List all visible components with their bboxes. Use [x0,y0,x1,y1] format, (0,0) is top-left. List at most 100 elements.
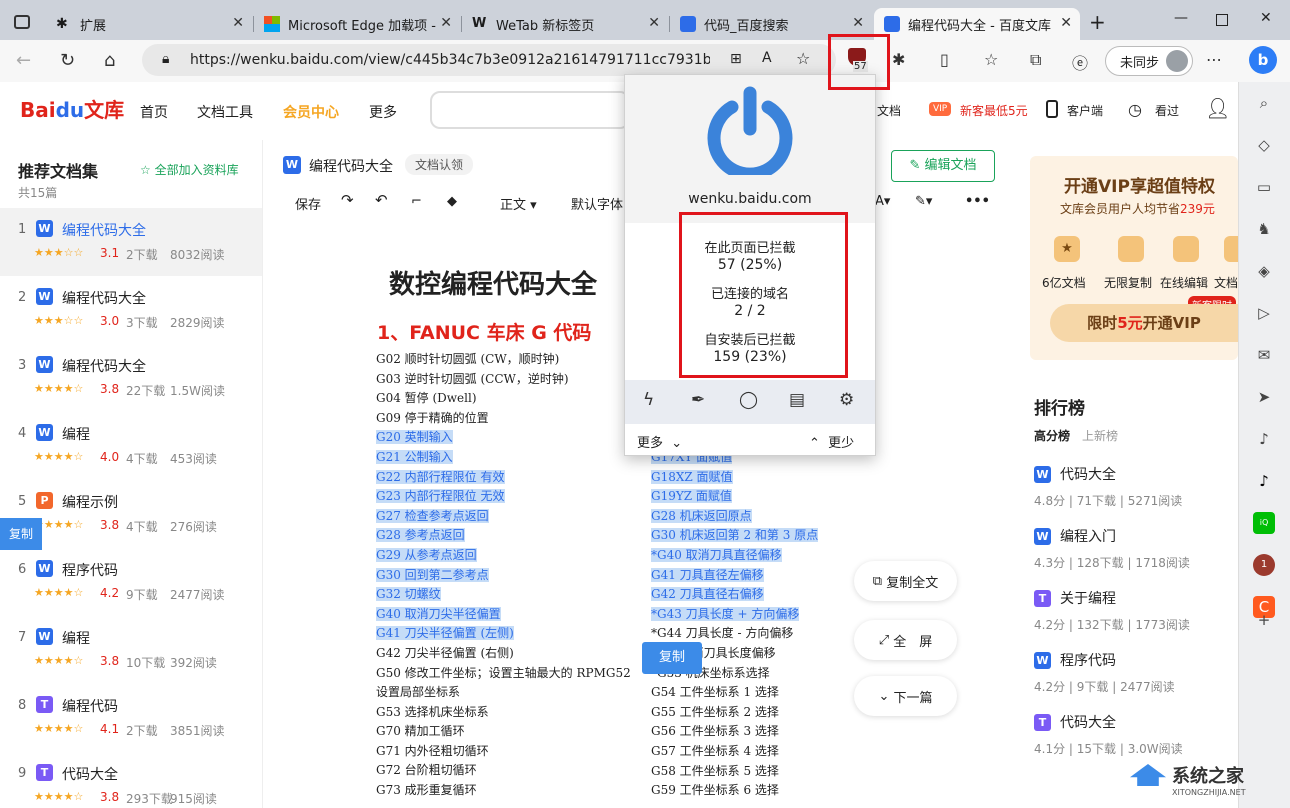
edit-doc-button[interactable]: ✎ 编辑文档 [891,150,995,182]
nav-new-user-offer[interactable]: 新客最低5元 [960,102,1028,119]
rank-item[interactable]: T 关于编程 4.2分 | 132下载 | 1773阅读 [1034,586,1234,648]
list-item[interactable]: 9 T 代码大全 ★★★★☆ 3.8 293下载 915阅读 [0,752,262,808]
list-item[interactable]: 8 T 编程代码 ★★★★☆ 4.1 2下载 3851阅读 [0,684,262,752]
profile-sync-button[interactable]: 未同步 [1105,46,1193,76]
lock-icon[interactable]: 🔒︎ [162,51,169,67]
shopping-tag-icon[interactable]: ◇ [1253,134,1275,156]
list-item[interactable]: 1 W 编程代码大全 ★★★☆☆ 3.1 2下载 8032阅读 [0,208,262,276]
tab-wetab[interactable]: W WeTab 新标签页 ✕ [462,8,668,40]
list-item[interactable]: 4 W 编程 ★★★★☆ 4.0 4下载 453阅读 [0,412,262,480]
code-line: G59 工件坐标系 6 选择 [651,781,818,801]
tab-new[interactable]: 上新榜 [1082,427,1118,444]
copy-side-tab[interactable]: 复制 [0,518,42,550]
rank-item[interactable]: W 程序代码 4.2分 | 9下载 | 2477阅读 [1034,648,1234,710]
style-select[interactable]: 正文 ▾ [500,194,537,213]
list-item[interactable]: 6 W 程序代码 ★★★★☆ 4.2 9下载 2477阅读 [0,548,262,616]
vip-title: 开通VIP享超值特权 [1064,177,1215,197]
rank-item[interactable]: W 代码大全 4.8分 | 71下载 | 5271阅读 [1034,462,1234,524]
settings-gear-icon[interactable]: ⚙ [839,390,854,410]
close-icon[interactable]: ✕ [1060,15,1072,31]
next-doc-button[interactable]: ⌄ 下一篇 [854,676,957,716]
search-icon[interactable]: ⌕ [1253,92,1275,114]
format-painter-icon[interactable]: ⌐ [411,194,422,209]
vip-open-button[interactable]: 限时5元开通VIP [1050,304,1238,342]
more-icon[interactable]: ••• [965,194,990,209]
copy-all-button[interactable]: ⧉ 复制全文 [854,561,957,601]
nav-more[interactable]: 更多 [369,102,397,122]
refresh-icon[interactable]: ↻ [60,50,75,71]
nav-client[interactable]: 客户端 [1067,102,1103,119]
bing-copilot-icon[interactable]: b [1249,46,1277,74]
new-tab-icon[interactable]: + [1089,10,1106,34]
tab-high-score[interactable]: 高分榜 [1034,427,1070,444]
nav-home[interactable]: 首页 [140,102,168,122]
apps-icon[interactable]: ⊞ [730,51,742,67]
more-menu-icon[interactable]: ⋯ [1206,50,1222,69]
save-button[interactable]: 保存 [295,194,321,213]
m365-icon[interactable]: ◈ [1253,260,1275,282]
extensions-icon[interactable]: ✱ [892,50,905,69]
iqiyi-icon[interactable]: iQ [1253,512,1275,534]
tools-icon[interactable]: ▭ [1253,176,1275,198]
nav-member-center[interactable]: 会员中心 [283,102,339,122]
baidu-wenku-logo[interactable]: Baidu文库 [20,94,124,123]
redo-icon[interactable]: ↷ [341,191,354,209]
list-item[interactable]: 7 W 编程 ★★★★☆ 3.8 10下载 392阅读 [0,616,262,684]
back-icon[interactable]: ← [16,50,31,71]
send-icon[interactable]: ➤ [1253,386,1275,408]
maximize-icon[interactable] [1216,14,1228,26]
undo-icon[interactable]: ↶ [375,191,388,209]
close-icon[interactable]: ✕ [440,15,452,31]
close-window-icon[interactable]: ✕ [1260,10,1272,26]
read-aloud-icon[interactable]: A [762,50,772,66]
copy-selection-button[interactable]: 复制 [642,642,702,674]
item-number: 6 [18,562,27,577]
doc-cert-badge[interactable]: 文档认领 [405,154,474,175]
fullscreen-button[interactable]: ⤢ 全 屏 [854,620,957,660]
lightning-icon[interactable]: ϟ [643,390,654,410]
favorites-icon[interactable]: ☆ [984,50,998,69]
address-bar[interactable]: 🔒︎ https://wenku.baidu.com/view/c445b34c… [142,44,836,76]
chat-bubble-icon[interactable]: ◯ [739,390,758,410]
close-icon[interactable]: ✕ [648,15,660,31]
collections-icon[interactable]: ⧉ [1030,50,1041,70]
code-line-text: G20 英制输入 [376,430,453,445]
font-color-icon[interactable]: A▾ [875,194,890,209]
home-icon[interactable]: ⌂ [104,50,115,71]
nav-upload-doc[interactable]: 文档 [877,102,901,119]
video-icon[interactable]: ▷ [1253,302,1275,324]
tab-baidu-wenku[interactable]: 编程代码大全 - 百度文库 ✕ [874,8,1080,40]
add-all-button[interactable]: ☆ 全部加入资料库 [140,161,239,178]
rank-item[interactable]: W 编程入门 4.3分 | 128下载 | 1718阅读 [1034,524,1234,586]
tab-edge-addons[interactable]: Microsoft Edge 加载项 - ub ✕ [254,8,460,40]
power-button-icon[interactable] [705,85,795,181]
eyedropper-icon[interactable]: ✒ [691,390,705,410]
nav-doc-tools[interactable]: 文档工具 [197,102,253,122]
add-icon[interactable]: + [1253,609,1275,631]
tiktok-icon[interactable]: ♪ [1253,470,1275,492]
list-item[interactable]: 2 W 编程代码大全 ★★★☆☆ 3.0 3下载 2829阅读 [0,276,262,344]
tab-actions-icon[interactable] [14,15,30,29]
performance-icon[interactable]: ⓔ [1072,50,1088,74]
user-icon[interactable]: 👤︎ [1205,96,1230,120]
highlight-icon[interactable]: ✎▾ [915,194,932,209]
eraser-icon[interactable]: ◆ [447,194,457,209]
tab-extensions[interactable]: ✱ 扩展 ✕ [46,8,252,40]
close-icon[interactable]: ✕ [852,15,864,31]
split-screen-icon[interactable]: ▯ [940,50,949,69]
close-icon[interactable]: ✕ [232,15,244,31]
outlook-icon[interactable]: ✉ [1253,344,1275,366]
minimize-icon[interactable]: — [1174,10,1188,26]
nav-history[interactable]: 看过 [1155,102,1179,119]
notification-badge-icon[interactable]: 1 [1253,554,1275,576]
bell-icon[interactable]: ♪ [1253,428,1275,450]
list-item[interactable]: 3 W 编程代码大全 ★★★★☆ 3.8 22下载 1.5W阅读 [0,344,262,412]
logger-list-icon[interactable]: ▤ [789,390,805,410]
doc-type-icon: T [1034,590,1051,607]
more-button[interactable]: 更多 ⌄ [637,432,682,451]
less-button[interactable]: ⌃ 更少 [809,432,854,451]
vip-promo-card: 开通VIP享超值特权 文库会员用户人均节省239元 ★ 6亿文档 无限复制 在线… [1030,156,1238,360]
search-input[interactable] [430,91,630,129]
games-icon[interactable]: ♞ [1253,218,1275,240]
favorite-add-icon[interactable]: ☆ [796,49,810,68]
